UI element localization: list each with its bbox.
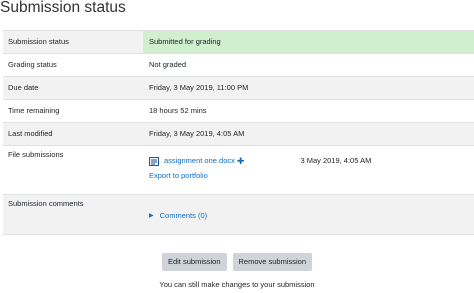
submission-comments-cell: ▶ Comments (0) (143, 195, 474, 234)
page-title: Submission status (0, 0, 126, 16)
row-label: Submission status (8, 37, 69, 46)
table-row: Submission status Submitted for grading (3, 31, 474, 54)
table-row: Last modified Friday, 3 May 2019, 4:05 A… (3, 123, 474, 146)
table-row: Time remaining 18 hours 52 mins (3, 100, 474, 123)
file-submissions-cell: assignment one.docx ✚ 3 May 2019, 4:05 A… (143, 146, 474, 194)
comments-link[interactable]: Comments (0) (160, 209, 208, 223)
table-row-file-submissions: File submissions assignment one.docx ✚ 3… (3, 146, 474, 195)
table-row-submission-comments: Submission comments ▶ Comments (0) (3, 195, 474, 235)
plus-icon[interactable]: ✚ (237, 156, 245, 166)
submission-status-value: Submitted for grading (143, 31, 474, 53)
due-date-value: Friday, 3 May 2019, 11:00 PM (149, 83, 249, 92)
last-modified-value: Friday, 3 May 2019, 4:05 AM (149, 129, 245, 138)
row-label: Grading status (8, 60, 57, 69)
row-label: Due date (8, 83, 39, 92)
file-link[interactable]: assignment one.docx (164, 154, 235, 168)
document-icon (149, 156, 159, 166)
file-entry: assignment one.docx ✚ 3 May 2019, 4:05 A… (149, 154, 474, 168)
row-label: File submissions (8, 150, 64, 159)
table-row: Due date Friday, 3 May 2019, 11:00 PM (3, 77, 474, 100)
row-label: Submission comments (8, 199, 84, 208)
time-remaining-value: 18 hours 52 mins (149, 106, 207, 115)
table-row: Grading status Not graded (3, 54, 474, 77)
file-date: 3 May 2019, 4:05 AM (300, 156, 372, 165)
edit-submission-button[interactable]: Edit submission (161, 253, 227, 271)
grading-status-value: Not graded (149, 60, 187, 69)
changes-note: You can still make changes to your submi… (159, 280, 315, 289)
triangle-right-icon[interactable]: ▶ (149, 209, 154, 223)
export-to-portfolio-link[interactable]: Export to portfolio (149, 171, 208, 180)
submission-actions: Edit submission Remove submission (0, 253, 474, 271)
row-label: Time remaining (8, 106, 60, 115)
remove-submission-button[interactable]: Remove submission (232, 253, 313, 271)
submission-status-table: Submission status Submitted for grading … (3, 30, 474, 235)
row-label: Last modified (8, 129, 53, 138)
